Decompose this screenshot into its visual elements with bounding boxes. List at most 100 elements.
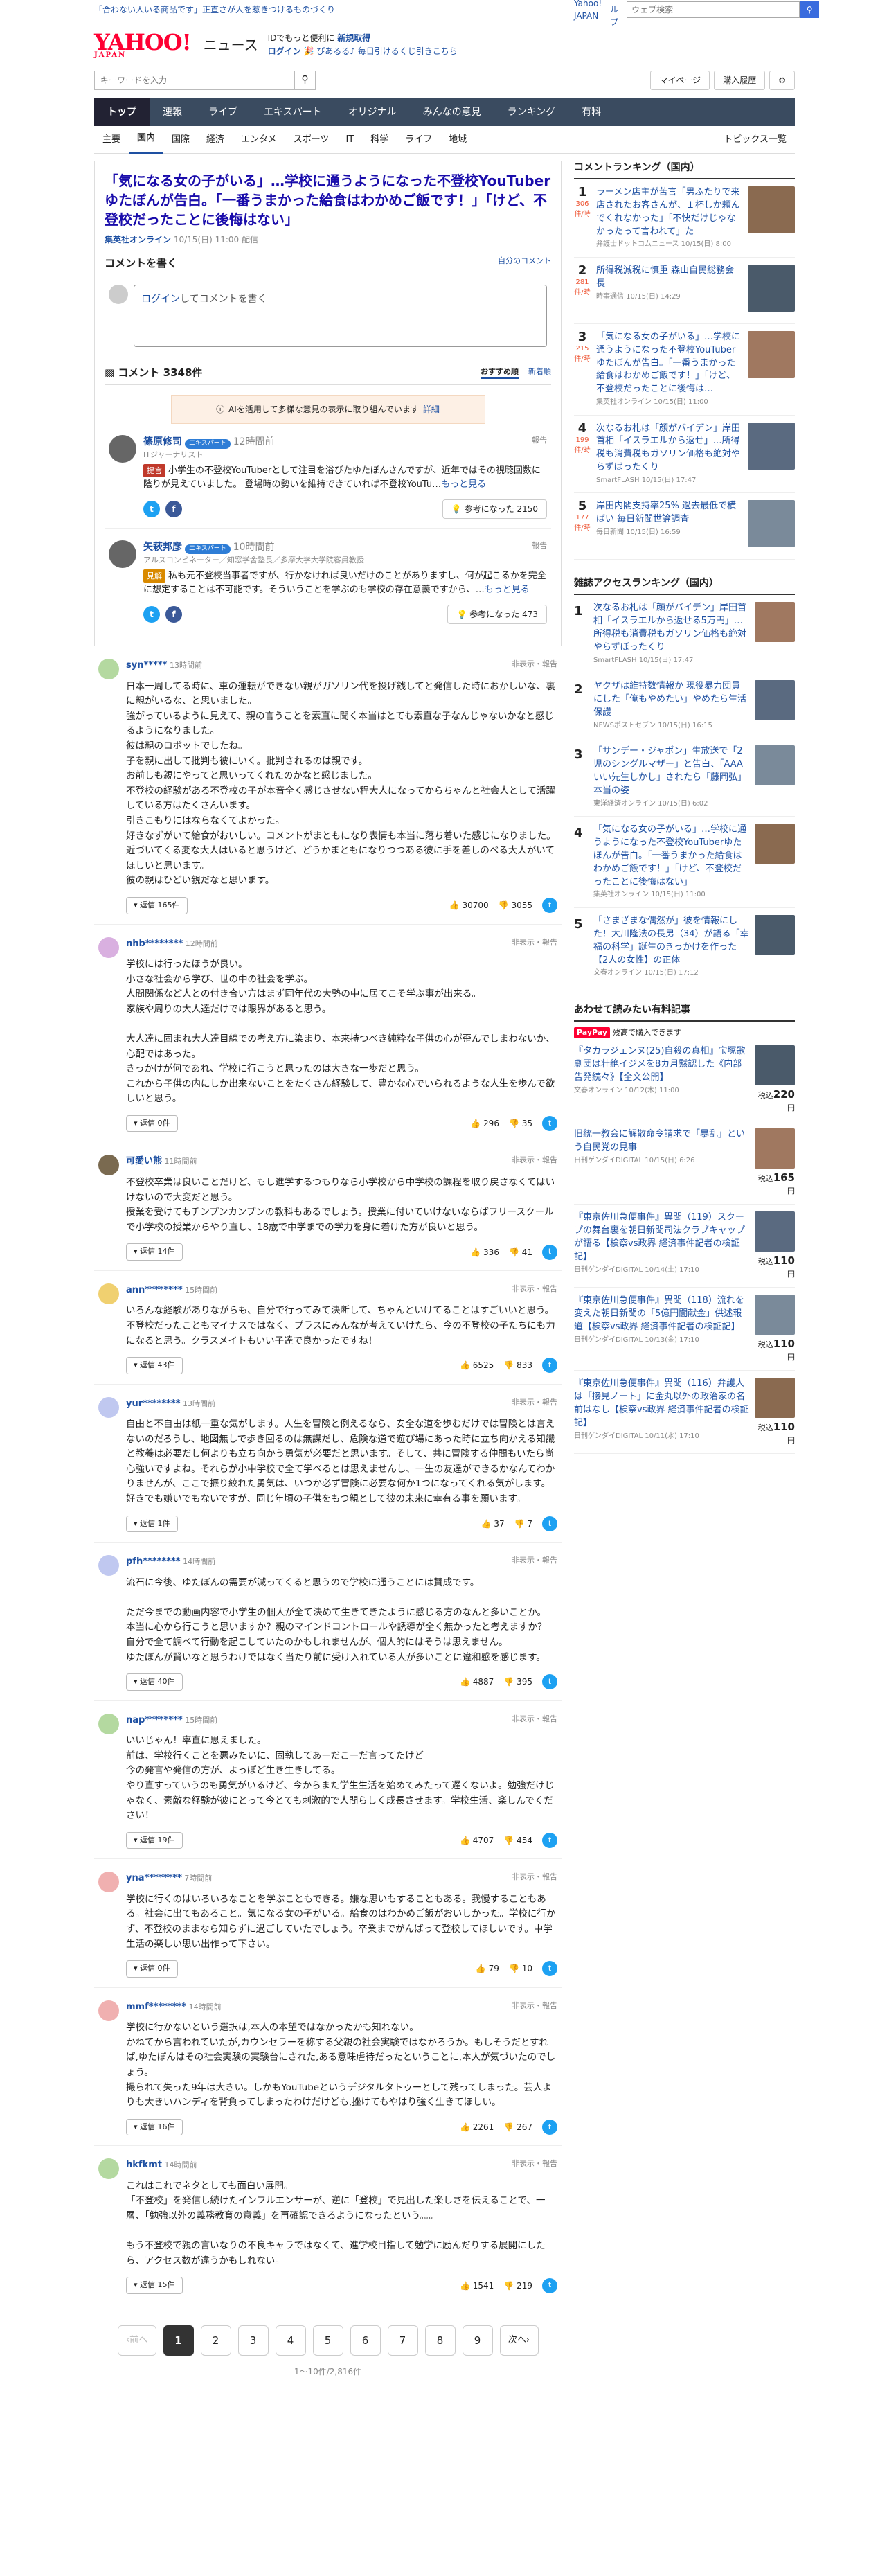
login-link[interactable]: ログイン: [268, 46, 301, 56]
page-9[interactable]: 9: [462, 2325, 493, 2356]
comment-user[interactable]: nap********: [126, 1715, 183, 1725]
avatar[interactable]: [109, 435, 136, 463]
reply-button[interactable]: ▾ 返信 16件: [126, 2118, 183, 2136]
disagree-button[interactable]: 👎 7: [514, 1518, 532, 1530]
thumbnail[interactable]: [755, 1378, 795, 1419]
yahoo-logo[interactable]: YAHOO! JAPAN: [94, 31, 192, 59]
avatar[interactable]: [98, 936, 119, 958]
article-title[interactable]: 「気になる女の子がいる」…学校に通うようになった不登校YouTuberゆたぼんが…: [105, 172, 550, 228]
ranking-item[interactable]: 3 「サンデー・ジャポン」生放送で「2児のシングルマザー」と告白、「AAAいい先生…: [574, 738, 795, 817]
thumbnail[interactable]: [748, 500, 795, 548]
agree-button[interactable]: 👍 336: [470, 1246, 499, 1259]
twitter-icon[interactable]: t: [542, 1516, 557, 1531]
avatar[interactable]: [98, 1396, 119, 1418]
thumbnail[interactable]: [755, 824, 795, 864]
avatar[interactable]: [98, 2158, 119, 2180]
sponsored-title[interactable]: 『東京佐川急便事件』異聞（118）流れを変えた朝日新聞の「5億円闇献金」供述報道…: [574, 1295, 744, 1332]
subnav-science[interactable]: 科学: [362, 126, 397, 154]
avatar[interactable]: [98, 2000, 119, 2021]
avatar[interactable]: [98, 1283, 119, 1304]
nav-breaking[interactable]: 速報: [150, 98, 195, 126]
nav-ranking[interactable]: ランキング: [494, 98, 569, 126]
subnav-it[interactable]: IT: [337, 126, 362, 154]
ai-detail-link[interactable]: 詳細: [423, 403, 440, 416]
ranking-item[interactable]: 1 306 件/時 ラーメン店主が苦言「男ふたりで来店されたお客さんが、１杯しか頼んで…: [574, 179, 795, 258]
thumbnail[interactable]: [748, 264, 795, 312]
sponsored-title[interactable]: 『東京佐川急便事件』異聞（119）スクープの舞台裏を朝日新聞司法クラブキャップが…: [574, 1212, 745, 1262]
subnav-local[interactable]: 地域: [440, 126, 475, 154]
sponsored-item[interactable]: 『タカラジェンヌ(25)自殺の真相』宝塚歌劇団は壮絶イジメを8カ月黙認した《内部…: [574, 1038, 795, 1122]
nav-expert[interactable]: エキスパート: [251, 98, 335, 126]
purchase-history-button[interactable]: 購入履歴: [714, 70, 766, 90]
agree-button[interactable]: 👍 296: [470, 1117, 499, 1130]
avatar[interactable]: [109, 540, 136, 569]
promo-link[interactable]: 「合わない人いる商品です」正直さが人を惹きつけるものづくり: [94, 3, 335, 16]
disagree-button[interactable]: 👎 454: [503, 1834, 532, 1847]
comment-user[interactable]: ann********: [126, 1285, 183, 1295]
page-3[interactable]: 3: [237, 2325, 269, 2356]
reply-button[interactable]: ▾ 返信 43件: [126, 1357, 183, 1374]
ranking-item[interactable]: 4 「気になる女の子がいる」…学校に通うようになった不登校YouTuberゆたぼん…: [574, 817, 795, 908]
nav-top[interactable]: トップ: [94, 98, 150, 126]
ranking-title[interactable]: 所得税減税に慎重 森山自民総務会長: [596, 265, 734, 289]
subnav-intl[interactable]: 国際: [163, 126, 198, 154]
twitter-icon[interactable]: t: [542, 1358, 557, 1374]
hide-report-link[interactable]: 非表示・報告: [512, 2000, 557, 2014]
disagree-button[interactable]: 👎 10: [509, 1962, 532, 1975]
subnav-main[interactable]: 主要: [94, 126, 129, 154]
ranking-item[interactable]: 5 「さまざまな偶然が」彼を情報にした！大川隆法の長男（34）が語る「幸福の科学」…: [574, 908, 795, 986]
help-link[interactable]: ヘルプ: [610, 0, 618, 28]
twitter-icon[interactable]: t: [542, 1244, 557, 1260]
page-5[interactable]: 5: [312, 2325, 343, 2356]
agree-button[interactable]: 👍 79: [476, 1962, 499, 1975]
disagree-button[interactable]: 👎 395: [503, 1676, 532, 1688]
ranking-title[interactable]: 岸田内閣支持率25% 過去最低で横ばい 毎日新聞世論調査: [596, 501, 736, 524]
topics-list-link[interactable]: トピックス一覧: [715, 126, 795, 154]
nav-opinions[interactable]: みんなの意見: [410, 98, 494, 126]
ranking-item[interactable]: 2 281 件/時 所得税減税に慎重 森山自民総務会長 時事通信 10/15(日) 14…: [574, 258, 795, 324]
search-icon[interactable]: ⚲: [800, 1, 820, 18]
page-7[interactable]: 7: [387, 2325, 418, 2356]
twitter-icon[interactable]: t: [542, 1833, 557, 1849]
facebook-icon[interactable]: f: [165, 606, 182, 623]
page-2[interactable]: 2: [200, 2325, 231, 2356]
disagree-button[interactable]: 👎 833: [503, 1359, 532, 1371]
comment-login-link[interactable]: ログイン: [141, 294, 180, 305]
nav-original[interactable]: オリジナル: [335, 98, 410, 126]
gear-icon[interactable]: ⚙: [769, 70, 795, 90]
ranking-title[interactable]: ヤクザは維持数情報か 現役暴力団員にした「俺もやめたい」やめたら生活保護: [593, 681, 746, 718]
page-1[interactable]: 1: [163, 2325, 194, 2356]
hide-report-link[interactable]: 非表示・報告: [512, 1397, 557, 1411]
page-8[interactable]: 8: [424, 2325, 456, 2356]
sponsored-item[interactable]: 旧統一教会に解散命令請求で「暴乱」という自民党の見事 日刊ゲンダイDIGITAL …: [574, 1121, 795, 1205]
thumbnail[interactable]: [755, 1128, 795, 1169]
avatar[interactable]: [98, 1555, 119, 1576]
ranking-item[interactable]: 4 199 件/時 次なるお札は「顔がバイデン」岸田首相「イスラエルから返せ」…所得税…: [574, 416, 795, 494]
disagree-button[interactable]: 👎 267: [503, 2121, 532, 2133]
mypage-button[interactable]: マイページ: [650, 70, 710, 90]
disagree-button[interactable]: 👎 3055: [499, 899, 532, 912]
thumbnail[interactable]: [748, 422, 795, 470]
web-search-input[interactable]: [627, 1, 800, 18]
sort-recommended[interactable]: おすすめ順: [481, 366, 519, 379]
ranking-title[interactable]: 「気になる女の子がいる」…学校に通うようになった不登校YouTuberゆたぼんが…: [593, 824, 746, 887]
reply-button[interactable]: ▾ 返信 40件: [126, 1673, 183, 1691]
twitter-icon[interactable]: t: [143, 501, 160, 518]
more-link[interactable]: もっと見る: [485, 585, 530, 595]
service-name[interactable]: ニュース: [204, 35, 258, 55]
thumbnail[interactable]: [755, 602, 795, 643]
hide-report-link[interactable]: 非表示・報告: [512, 1555, 557, 1569]
agree-button[interactable]: 👍 4887: [460, 1676, 494, 1688]
comment-input[interactable]: ログインしてコメントを書く: [134, 284, 547, 347]
page-6[interactable]: 6: [350, 2325, 381, 2356]
report-link[interactable]: 報告: [532, 435, 547, 447]
reply-button[interactable]: ▾ 返信 15件: [126, 2277, 183, 2294]
comment-user[interactable]: hkfkmt: [126, 2160, 162, 2170]
comment-user[interactable]: yna********: [126, 1873, 182, 1883]
thumbnail[interactable]: [755, 1045, 795, 1086]
page-4[interactable]: 4: [275, 2325, 306, 2356]
avatar[interactable]: [98, 1155, 119, 1176]
reply-button[interactable]: ▾ 返信 1件: [126, 1515, 178, 1533]
twitter-icon[interactable]: t: [542, 1674, 557, 1690]
subnav-domestic[interactable]: 国内: [129, 126, 164, 154]
